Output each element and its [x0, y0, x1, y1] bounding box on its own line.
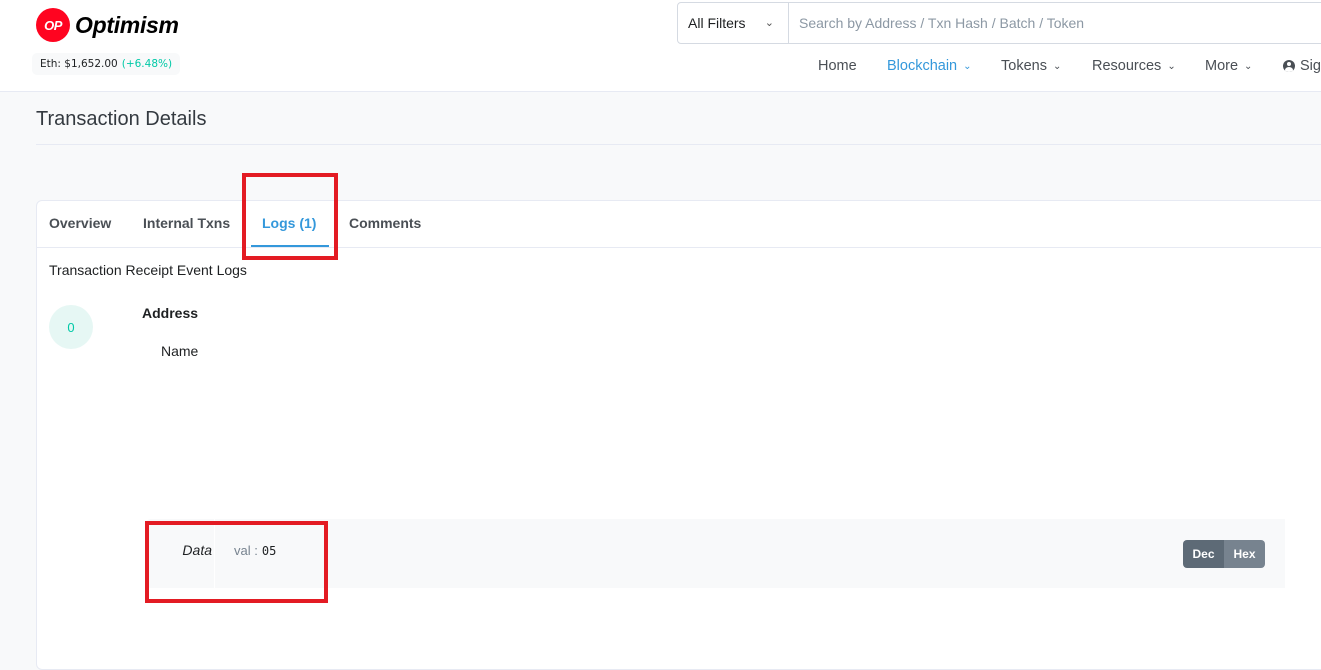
nav-label: More [1205, 58, 1239, 74]
transaction-card: Overview Internal Txns Logs (1) Comments… [36, 200, 1321, 670]
data-key: val : [234, 543, 258, 558]
data-value-row: val :05 [214, 519, 1285, 588]
search-bar: All Filters ⌄ [677, 2, 1321, 44]
chevron-down-icon: ⌄ [1052, 61, 1062, 72]
tab-internal-txns[interactable]: Internal Txns [143, 215, 230, 231]
user-circle-icon [1283, 60, 1295, 72]
nav-home[interactable]: Home [818, 58, 857, 74]
chevron-down-icon: ⌄ [1244, 61, 1253, 72]
name-label: Name [161, 343, 199, 359]
log-data-box: Data val :05 Dec Hex [145, 519, 1285, 588]
nav-label: Sig [1300, 58, 1321, 74]
nav-more[interactable]: More ⌄ [1205, 58, 1252, 74]
nav-label: Blockchain [887, 58, 958, 74]
search-filter-label: All Filters [688, 15, 746, 31]
address-label: Address [142, 305, 199, 321]
site-header: OP Optimism Eth: $1,652.00 (+6.48%) All … [0, 0, 1321, 92]
nav-label: Home [818, 58, 857, 74]
page-title: Transaction Details [36, 108, 207, 130]
chevron-down-icon: ⌄ [963, 61, 972, 72]
nav-label: Tokens [1001, 58, 1047, 74]
eth-price: Eth: $1,652.00 [40, 58, 118, 70]
nav-blockchain[interactable]: Blockchain ⌄ [887, 58, 972, 74]
search-filter-select[interactable]: All Filters ⌄ [678, 3, 789, 43]
logs-subheading: Transaction Receipt Event Logs [49, 262, 247, 278]
nav-resources[interactable]: Resources ⌄ [1092, 58, 1176, 74]
nav-tokens[interactable]: Tokens ⌄ [1001, 58, 1061, 74]
eth-price-change: (+6.48%) [121, 58, 173, 70]
eth-price-badge: Eth: $1,652.00 (+6.48%) [32, 53, 181, 75]
nav-label: Resources [1092, 58, 1162, 74]
dec-button[interactable]: Dec [1183, 540, 1224, 568]
tab-logs[interactable]: Logs (1) [262, 215, 316, 231]
hex-button[interactable]: Hex [1224, 540, 1265, 568]
nav-sign-in[interactable]: Sig [1283, 58, 1321, 74]
brand-name: Optimism [75, 11, 179, 38]
optimism-logo[interactable]: OP Optimism [36, 8, 179, 42]
dec-hex-toggle: Dec Hex [1183, 540, 1265, 568]
chevron-down-icon: ⌄ [1167, 61, 1176, 72]
op-logo-badge: OP [36, 8, 70, 42]
search-input[interactable] [789, 3, 1321, 43]
tab-overview[interactable]: Overview [49, 215, 111, 231]
title-divider [36, 144, 1321, 145]
tab-comments[interactable]: Comments [349, 215, 421, 231]
active-tab-indicator [251, 245, 329, 247]
log-index-badge: 0 [49, 305, 93, 349]
tab-bar: Overview Internal Txns Logs (1) Comments [37, 201, 1321, 248]
data-label: Data [182, 542, 212, 558]
chevron-down-icon: ⌄ [764, 17, 774, 29]
data-value: 05 [261, 544, 277, 558]
